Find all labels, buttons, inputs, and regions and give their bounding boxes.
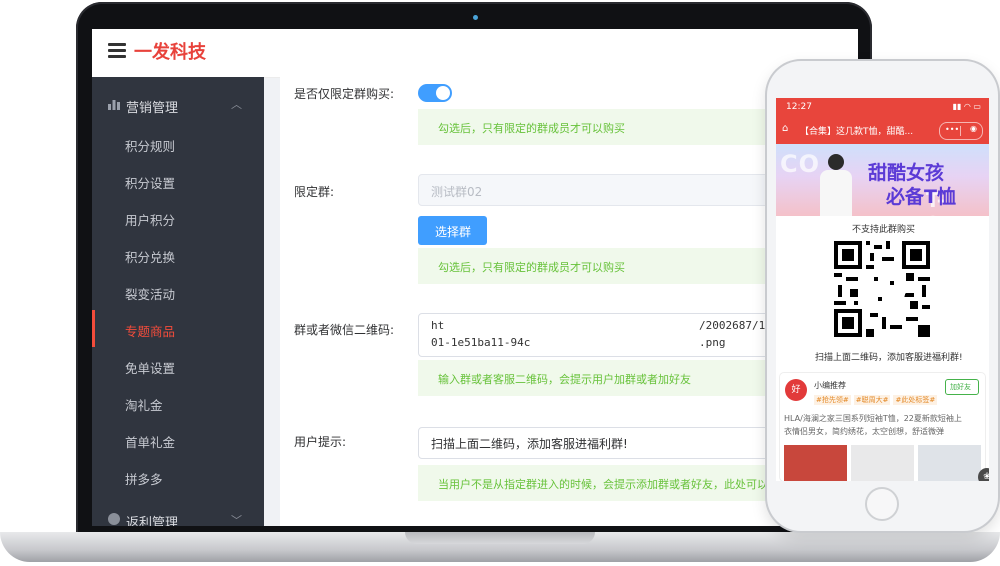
phone-home-button [865,487,899,521]
laptop-notch [405,532,595,544]
banner-word: CO [780,150,821,178]
sidebar-item-fission[interactable]: 裂变活动 [92,273,264,310]
float-action-icon[interactable]: ❀ [978,468,989,481]
card-title: 小编推荐 [814,381,846,390]
laptop-camera [473,15,478,20]
not-supported-text: 不支持此群购买 [852,225,916,235]
sidebar-item-label: 淘礼金 [125,398,163,413]
sidebar-item-label: 积分兑换 [125,250,176,265]
bar-chart-icon [108,100,120,110]
phone-screen: 12:27 ▮▮ ◠ ▭ ⌂ 【合集】这几款T恤，甜酷... ••• ◉ CO … [776,98,989,481]
product-thumb[interactable] [851,445,914,481]
sidebar-item-tao-gift[interactable]: 淘礼金 [92,384,264,421]
user-tip-label: 用户提示: [294,435,347,449]
toggle-knob [436,86,450,100]
sidebar-item-points-exchange[interactable]: 积分兑换 [92,236,264,273]
limit-group-toggle[interactable] [418,84,452,102]
qr-url-line1-end: /2002687/1( [699,319,772,332]
redaction-blur [449,317,689,333]
miniapp-capsule[interactable]: ••• ◉ [939,122,983,140]
status-time: 12:27 [786,102,812,112]
qr-label: 群或者微信二维码: [294,323,395,337]
tip-text: 输入群或者客服二维码，会提示用户加群或者加好友 [438,373,691,386]
model-figure [820,170,852,216]
qr-url-line2-end: .png [699,336,726,349]
tag: #此处标签# [893,395,938,405]
rebate-icon [108,513,120,525]
user-tip-input[interactable]: 扫描上面二维码，添加客服进福利群! [418,427,820,459]
card-tags: #抢先领# #聪周大# #此处标签# [814,395,940,405]
sidebar-group-rebate[interactable]: 返利管理 ﹀ [106,511,256,526]
phone-status-bar: 12:27 ▮▮ ◠ ▭ [776,98,989,116]
limit-group-label: 是否仅限定群购买: [294,87,395,101]
sidebar-group-marketing[interactable]: 营销管理 ︿ [106,94,256,116]
sidebar-item-label: 裂变活动 [125,287,176,302]
menu-icon[interactable] [108,43,126,59]
card-description: 衣情侣男女，简约绣花，太空创想，舒适微弹 [784,427,944,436]
sidebar-item-free-order[interactable]: 免单设置 [92,347,264,384]
sidebar-item-label: 拼多多 [125,472,163,487]
user-tip-value: 扫描上面二维码，添加客服进福利群! [431,437,628,451]
select-group-button[interactable]: 选择群 [418,216,487,245]
more-icon[interactable]: ••• [945,125,959,134]
product-thumb[interactable] [784,445,847,481]
home-icon[interactable]: ⌂ [782,123,788,134]
phone-frame: 12:27 ▮▮ ◠ ▭ ⌂ 【合集】这几款T恤，甜酷... ••• ◉ CO … [767,61,998,531]
tip-text: 当用户不是从指定群进入的时候，会提示添加群或者好友，此处可以自定义 [438,478,801,491]
sidebar-item-label: 首单礼金 [125,435,176,450]
product-thumb[interactable] [918,445,981,481]
nav-title: 【合集】这几款T恤，甜酷... [800,127,914,137]
sidebar: 营销管理 ︿ 积分规则 积分设置 用户积分 积分兑换 裂变活动 专题商品 免单设… [92,77,264,526]
recommend-card[interactable]: 好 小编推荐 #抢先领# #聪周大# #此处标签# 加好友 HLA/海澜之家三国系列… [780,373,985,481]
chevron-up-icon: ︿ [231,98,242,111]
button-label: 选择群 [435,225,472,239]
sidebar-item-points-settings[interactable]: 积分设置 [92,162,264,199]
button-label: 加好友 [950,383,971,391]
add-friend-button[interactable]: 加好友 [945,379,979,395]
model-figure [828,154,844,170]
sidebar-group-label: 返利管理 [126,516,179,526]
qr-url-textarea[interactable]: ht /2002687/1( 01-1e51ba11-94c .png [418,313,820,357]
qr-url-line1: ht [431,319,445,332]
sidebar-item-label: 积分规则 [125,139,176,154]
group-input-value: 测试群02 [431,185,483,199]
sidebar-item-label: 积分设置 [125,176,176,191]
tip-text: 勾选后，只有限定的群成员才可以购买 [438,122,625,135]
sidebar-item-label: 免单设置 [125,361,176,376]
sidebar-item-label: 用户积分 [125,213,176,228]
sidebar-item-points-rules[interactable]: 积分规则 [92,125,264,162]
tag: #抢先领# [814,395,851,405]
sidebar-item-pinduoduo[interactable]: 拼多多 [92,458,264,495]
status-icons: ▮▮ ◠ ▭ [952,102,981,111]
group-input: 测试群02 [418,174,820,206]
banner-slogan: 必备T恤 [886,186,956,208]
app-header: 一发科技 [92,29,858,78]
phone-nav-bar: ⌂ 【合集】这几款T恤，甜酷... ••• ◉ [776,116,989,144]
qr-url-line2: 01-1e51ba11-94c [431,336,531,349]
chevron-down-icon: ﹀ [231,514,242,526]
sidebar-item-label: 专题商品 [125,324,176,339]
redaction-blur [549,334,694,350]
qr-code-image [834,241,930,337]
tag: #聪周大# [853,395,891,405]
close-circle-icon[interactable]: ◉ [970,124,977,133]
tip-text: 勾选后，只有限定的群成员才可以购买 [438,261,625,274]
product-banner: CO T-SHIRT 甜酷女孩 必备T恤 [776,144,989,216]
sidebar-item-first-order-gift[interactable]: 首单礼金 [92,421,264,458]
scan-tip-text: 扫描上面二维码，添加客服进福利群! [815,353,963,363]
brand-title: 一发科技 [134,42,206,63]
banner-slogan: 甜酷女孩 [868,162,945,184]
card-description: HLA/海澜之家三国系列短袖T恤，22夏新款短袖上 [784,414,962,423]
store-logo: 好 [785,379,807,401]
sidebar-group-label: 营销管理 [126,101,179,116]
laptop-screen: 一发科技 营销管理 ︿ 积分规则 积分设置 用户积分 积分兑换 裂变活动 专题商… [92,29,858,526]
group-label: 限定群: [294,185,335,199]
sidebar-item-topic-products[interactable]: 专题商品 [92,310,264,347]
sidebar-item-user-points[interactable]: 用户积分 [92,199,264,236]
